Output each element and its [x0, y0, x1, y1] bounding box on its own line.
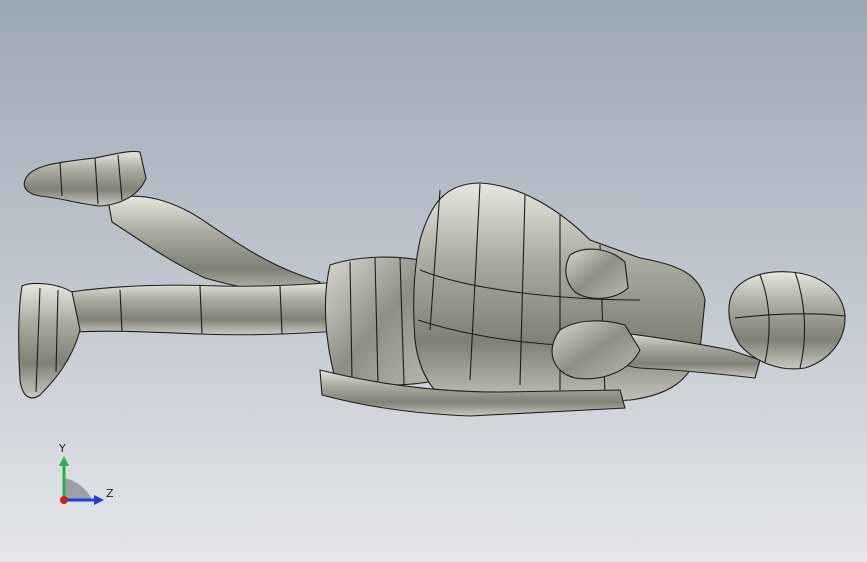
- graphics-viewport[interactable]: Y Z: [0, 0, 867, 562]
- coordinate-triad: Y Z: [58, 442, 114, 505]
- triad-plane-shading: [64, 478, 92, 500]
- y-axis-label: Y: [58, 442, 66, 455]
- upper-shoe: [23, 150, 147, 207]
- 3d-model-figure[interactable]: [0, 0, 867, 562]
- z-axis-arrow: [94, 495, 104, 505]
- lower-leg: [69, 281, 351, 336]
- y-axis-arrow: [59, 456, 69, 466]
- x-axis-origin: [60, 496, 68, 504]
- head: [728, 271, 846, 370]
- lower-shoe: [18, 282, 81, 399]
- z-axis-label: Z: [106, 487, 114, 500]
- upper-leg: [107, 195, 321, 301]
